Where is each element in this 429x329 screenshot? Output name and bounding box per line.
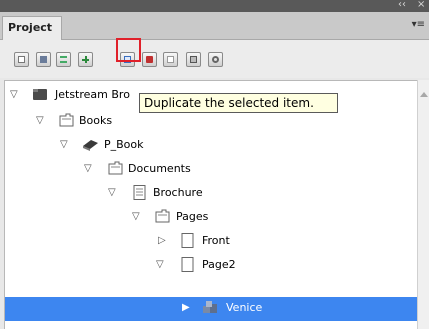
tree-item-label: P_Book [104,138,144,151]
tree-item-label: Brochure [153,186,203,199]
tree-row-page2[interactable]: ▽ Page2 [5,254,418,278]
tree-row-pages[interactable]: ▽ Pages [5,206,418,230]
settings-icon[interactable] [208,52,223,67]
page-icon [179,257,196,272]
tree-row-brochure[interactable]: ▽ Brochure [5,182,418,206]
project-tree: ▽ Jetstream Bro ▽ Books ▽ P_Book ▽ Docum… [4,80,418,329]
image-group-icon [202,300,219,315]
tree-row-documents[interactable]: ▽ Documents [5,158,418,182]
expand-arrow-icon[interactable]: ▽ [108,188,116,198]
tooltip: Duplicate the selected item. [139,93,338,113]
tree-item-label: Books [79,114,113,127]
folder-icon [107,161,124,176]
tree-row-front[interactable]: ▷ Front [5,230,418,254]
blank-page-icon[interactable] [163,52,178,67]
add-icon[interactable] [78,52,93,67]
tree-row-p-book[interactable]: ▽ P_Book [5,134,418,158]
preview-icon[interactable] [186,52,201,67]
folder-icon [58,113,75,128]
root-folder-icon [32,87,49,102]
tree-item-label: Pages [176,210,209,223]
delete-icon[interactable] [142,52,157,67]
expand-arrow-icon[interactable]: ▽ [36,116,44,126]
save-icon[interactable] [36,52,51,67]
tree-item-label: Page2 [202,258,236,271]
collapse-icon[interactable]: ‹‹ [398,0,406,11]
tree-item-label: Jetstream Bro [55,88,130,101]
folder-icon [154,209,171,224]
tab-row: Project ▾≡ [0,12,429,40]
vertical-scrollbar[interactable] [417,80,429,329]
book-icon [82,137,99,152]
panel-menu-icon[interactable]: ▾≡ [412,19,425,30]
expand-arrow-icon[interactable]: ▽ [60,140,68,150]
highlight-frame [116,38,141,62]
expand-arrow-icon[interactable]: ▽ [84,164,92,174]
tree-row-books[interactable]: ▽ Books [5,110,418,134]
toolbar [0,40,429,78]
expand-arrow-icon[interactable]: ▽ [156,260,164,270]
close-icon[interactable]: × [417,0,425,11]
tab-project[interactable]: Project [2,16,62,40]
collapsed-arrow-icon[interactable]: ▶ [182,303,190,313]
project-panel: ‹‹ × Project ▾≡ ▽ Jetstream Bro ▽ Books … [0,0,429,329]
tree-item-label: Documents [128,162,191,175]
tree-row-venice[interactable]: ▶ Venice [5,297,418,321]
expand-arrow-icon[interactable]: ▽ [10,90,18,100]
document-icon [131,185,148,200]
tree-item-label: Front [202,234,230,247]
expand-arrow-icon[interactable]: ▽ [132,212,140,222]
tree-item-label: Venice [226,301,263,314]
new-document-icon[interactable] [14,52,29,67]
scroll-up-icon[interactable] [420,92,428,97]
properties-icon[interactable] [56,52,71,67]
collapsed-arrow-icon[interactable]: ▷ [158,236,166,246]
panel-header-strip: ‹‹ × [0,0,429,12]
page-icon [179,233,196,248]
